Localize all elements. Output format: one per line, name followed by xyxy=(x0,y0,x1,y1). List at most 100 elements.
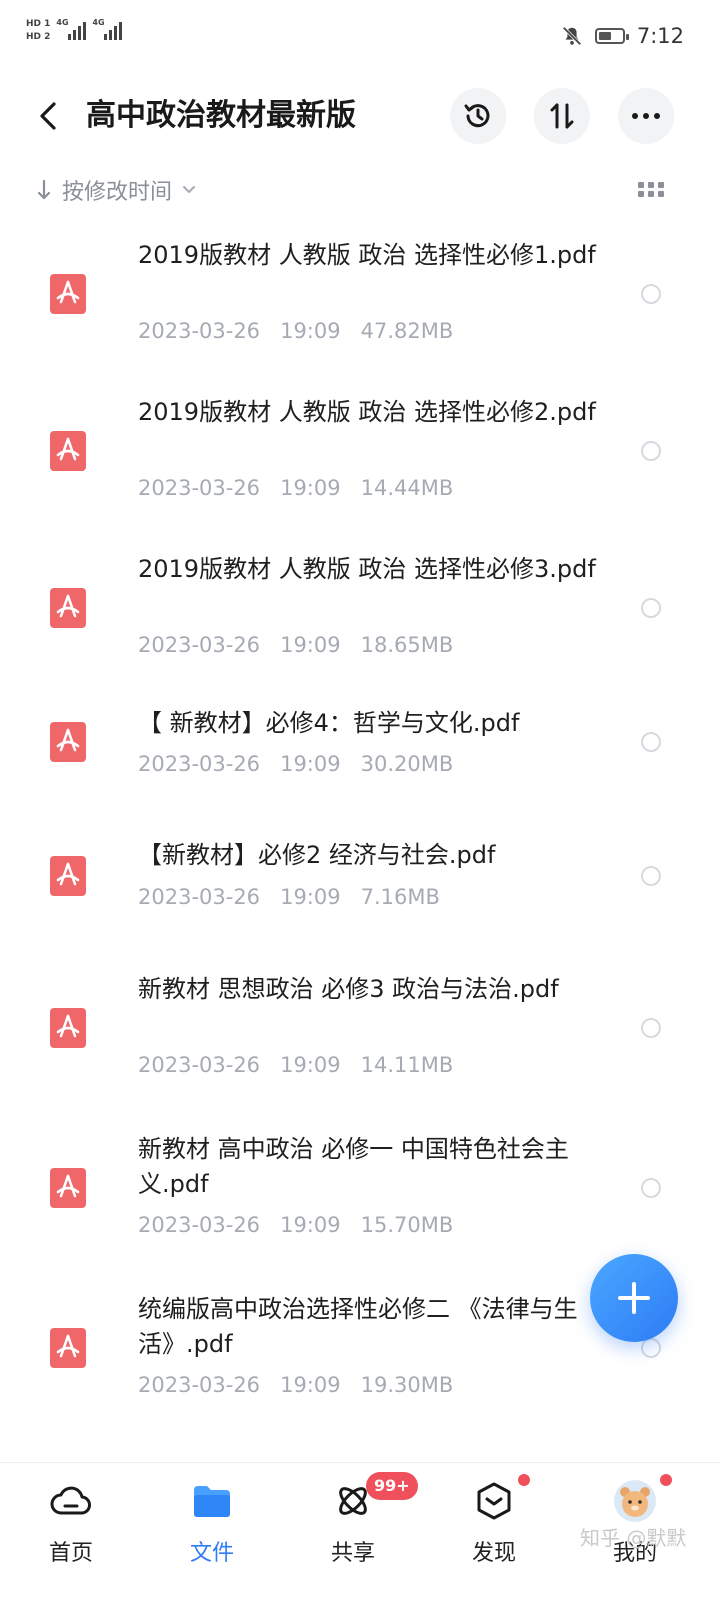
file-time: 19:09 xyxy=(280,752,341,776)
back-button[interactable] xyxy=(30,96,66,136)
file-meta: 2023-03-26 19:09 47.82MB xyxy=(138,316,453,346)
file-name: 新教材 高中政治 必修一 中国特色社会主义.pdf xyxy=(138,1135,569,1198)
mute-bell-icon xyxy=(562,26,582,46)
select-radio[interactable] xyxy=(641,732,661,752)
folder-icon xyxy=(194,1486,230,1517)
file-size: 15.70MB xyxy=(360,1213,454,1237)
file-size: 47.82MB xyxy=(360,319,454,343)
plus-icon xyxy=(618,1282,650,1314)
history-icon xyxy=(464,104,490,128)
tab-discover[interactable]: 发现 xyxy=(444,1479,544,1567)
pdf-file-icon xyxy=(50,274,86,314)
pdf-file-icon xyxy=(50,1168,86,1208)
tab-home-label: 首页 xyxy=(48,1541,93,1566)
arrow-down-icon xyxy=(37,179,51,200)
cube-discover-icon xyxy=(477,1482,511,1520)
file-row[interactable]: 新教材 高中政治 必修一 中国特色社会主义.pdf 2023-03-26 19:… xyxy=(0,1102,720,1262)
select-radio[interactable] xyxy=(641,284,661,304)
signal-1-icon: 4G xyxy=(56,18,87,42)
file-row[interactable]: 【 新教材】必修4：哲学与文化.pdf 2023-03-26 19:09 30.… xyxy=(0,668,720,800)
discover-dot xyxy=(518,1474,530,1486)
mine-dot xyxy=(660,1474,672,1486)
file-time: 19:09 xyxy=(280,885,341,909)
status-right: 7:12 xyxy=(561,24,684,48)
file-meta: 2023-03-26 19:09 7.16MB xyxy=(138,882,440,912)
pdf-file-icon xyxy=(50,856,86,896)
chevron-left-icon xyxy=(40,102,56,130)
file-time: 19:09 xyxy=(280,319,341,343)
pdf-file-icon xyxy=(50,588,86,628)
file-size: 7.16MB xyxy=(360,885,440,909)
file-name: 2019版教材 人教版 政治 选择性必修2.pdf xyxy=(138,398,596,426)
grid-view-icon[interactable] xyxy=(638,180,664,200)
hd1-label: HD 1 xyxy=(26,18,51,29)
watermark: 知乎 @默默 xyxy=(580,1526,687,1550)
file-date: 2023-03-26 xyxy=(138,885,261,909)
signal-2-icon: 4G xyxy=(92,18,123,42)
tab-share-label: 共享 xyxy=(330,1541,375,1566)
file-row[interactable]: 2019版教材 人教版 政治 选择性必修3.pdf 2023-03-26 19:… xyxy=(0,532,720,668)
file-row[interactable]: 新教材 思想政治 必修3 政治与法治.pdf 2023-03-26 19:09 … xyxy=(0,932,720,1102)
pdf-file-icon xyxy=(50,1008,86,1048)
cloud-home-icon xyxy=(50,1486,91,1515)
tab-files-label: 文件 xyxy=(189,1541,234,1566)
file-row[interactable]: 【新教材】必修2 经济与社会.pdf 2023-03-26 19:09 7.16… xyxy=(0,800,720,932)
file-meta: 2023-03-26 19:09 14.44MB xyxy=(138,473,453,503)
file-meta: 2023-03-26 19:09 19.30MB xyxy=(138,1370,453,1400)
file-date: 2023-03-26 xyxy=(138,633,261,657)
pdf-file-icon xyxy=(50,1328,86,1368)
add-button[interactable] xyxy=(590,1254,678,1342)
sort-selector[interactable]: 按修改时间 xyxy=(36,174,196,206)
clock: 7:12 xyxy=(636,24,684,48)
sim1-label: 4G xyxy=(56,18,69,27)
file-meta: 2023-03-26 19:09 15.70MB xyxy=(138,1210,453,1240)
file-size: 18.65MB xyxy=(360,633,454,657)
file-meta: 2023-03-26 19:09 30.20MB xyxy=(138,749,453,779)
hd-indicators: HD 1 HD 2 xyxy=(26,19,50,42)
file-date: 2023-03-26 xyxy=(138,752,261,776)
file-name: 2019版教材 人教版 政治 选择性必修3.pdf xyxy=(138,555,596,583)
file-name: 【新教材】必修2 经济与社会.pdf xyxy=(138,841,496,869)
file-size: 30.20MB xyxy=(360,752,454,776)
status-left: HD 1 HD 2 4G 4G xyxy=(26,18,123,42)
file-name: 2019版教材 人教版 政治 选择性必修1.pdf xyxy=(138,241,596,269)
file-row[interactable]: 2019版教材 人教版 政治 选择性必修1.pdf 2023-03-26 19:… xyxy=(0,218,720,375)
pdf-file-icon xyxy=(50,431,86,471)
file-meta: 2023-03-26 19:09 14.11MB xyxy=(138,1050,453,1080)
file-name: 新教材 思想政治 必修3 政治与法治.pdf xyxy=(138,975,559,1003)
file-row[interactable]: 2019版教材 人教版 政治 选择性必修2.pdf 2023-03-26 19:… xyxy=(0,375,720,532)
select-radio[interactable] xyxy=(641,441,661,461)
more-button[interactable] xyxy=(618,88,674,144)
chevron-down-icon xyxy=(183,186,196,193)
select-radio[interactable] xyxy=(641,1338,661,1358)
hd2-label: HD 2 xyxy=(26,31,51,42)
tab-home[interactable]: 首页 xyxy=(21,1479,121,1567)
top-bar: 高中政治教材最新版 xyxy=(0,84,720,148)
more-icon xyxy=(632,113,660,119)
file-date: 2023-03-26 xyxy=(138,319,261,343)
history-button[interactable] xyxy=(450,88,506,144)
share-badge: 99+ xyxy=(366,1472,418,1500)
select-radio[interactable] xyxy=(641,1178,661,1198)
file-time: 19:09 xyxy=(280,1053,341,1077)
tab-files[interactable]: 文件 xyxy=(162,1479,262,1567)
sim2-label: 4G xyxy=(92,18,105,27)
select-radio[interactable] xyxy=(641,1018,661,1038)
select-radio[interactable] xyxy=(641,598,661,618)
sort-row: 按修改时间 xyxy=(0,170,720,210)
file-time: 19:09 xyxy=(280,1373,341,1397)
sort-label: 按修改时间 xyxy=(62,180,173,205)
file-date: 2023-03-26 xyxy=(138,1053,261,1077)
file-size: 19.30MB xyxy=(360,1373,454,1397)
file-time: 19:09 xyxy=(280,476,341,500)
file-date: 2023-03-26 xyxy=(138,476,261,500)
file-date: 2023-03-26 xyxy=(138,1213,261,1237)
file-name: 统编版高中政治选择性必修二 《法律与生活》.pdf xyxy=(138,1295,578,1358)
select-radio[interactable] xyxy=(641,866,661,886)
file-date: 2023-03-26 xyxy=(138,1373,261,1397)
avatar xyxy=(614,1480,656,1522)
sort-arrows-icon xyxy=(550,103,574,129)
sort-button[interactable] xyxy=(534,88,590,144)
page-title: 高中政治教材最新版 xyxy=(86,98,356,133)
file-time: 19:09 xyxy=(280,1213,341,1237)
